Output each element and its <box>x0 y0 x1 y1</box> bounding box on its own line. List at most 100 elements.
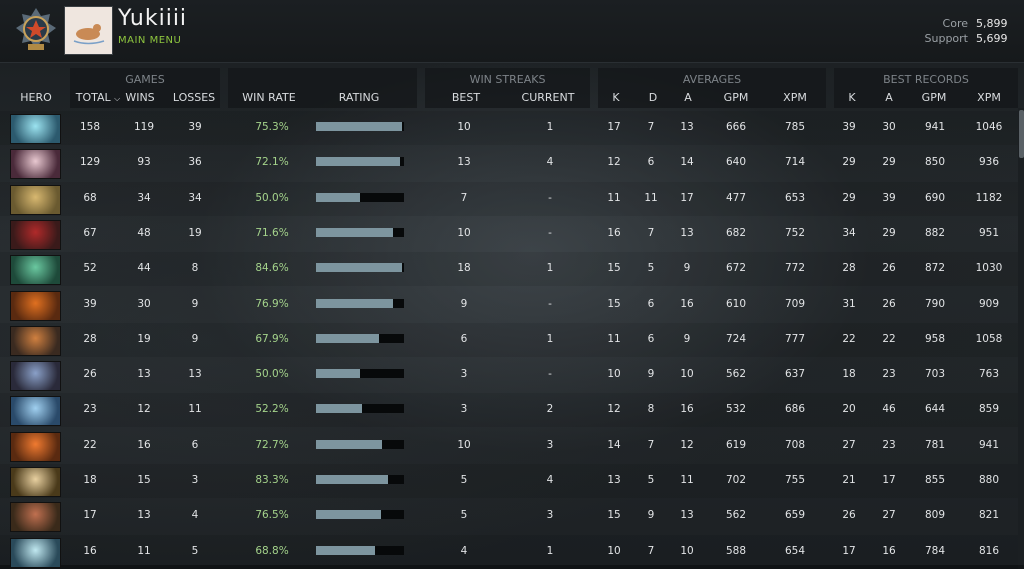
avg-xpm-cell: 686 <box>784 403 806 415</box>
losses-cell: 6 <box>191 439 199 451</box>
avg-gpm-cell: 682 <box>725 227 747 239</box>
avg-a-cell: 17 <box>680 192 694 204</box>
avg-k-cell: 11 <box>607 333 621 345</box>
avg-a-cell: 13 <box>680 509 694 521</box>
wins-cell: 119 <box>133 121 155 133</box>
best-gpm-cell: 872 <box>924 262 946 274</box>
column-header-losses[interactable]: LOSSES <box>170 91 218 104</box>
hero-portrait-icon[interactable] <box>10 185 61 215</box>
avg-gpm-cell: 588 <box>725 545 747 557</box>
best-gpm-cell: 690 <box>924 192 946 204</box>
win-rate-cell: 50.0% <box>255 368 289 380</box>
column-header-best-a[interactable]: A <box>869 91 909 104</box>
losses-cell: 4 <box>191 509 199 521</box>
avg-k-cell: 15 <box>607 298 621 310</box>
rating-bar-fill <box>316 404 362 413</box>
avatar[interactable] <box>64 6 113 55</box>
losses-cell: 5 <box>191 545 199 557</box>
best-a-cell: 23 <box>882 439 896 451</box>
avg-gpm-cell: 610 <box>725 298 747 310</box>
losses-cell: 9 <box>191 333 199 345</box>
rating-bar-fill <box>316 228 393 237</box>
hero-portrait-icon[interactable] <box>10 291 61 321</box>
hero-portrait-icon[interactable] <box>10 220 61 250</box>
best-a-cell: 22 <box>882 333 896 345</box>
column-header-hero[interactable]: HERO <box>10 91 62 104</box>
avatar-image-icon <box>66 8 111 53</box>
column-header-avg-gpm[interactable]: GPM <box>716 91 756 104</box>
avg-gpm-cell: 702 <box>725 474 747 486</box>
hero-portrait-icon[interactable] <box>10 361 61 391</box>
column-header-avg-k[interactable]: K <box>596 91 636 104</box>
scrollbar-track[interactable] <box>1018 108 1024 565</box>
hero-portrait-icon[interactable] <box>10 502 61 532</box>
column-header-win-rate[interactable]: WIN RATE <box>238 91 300 104</box>
win-rate-cell: 50.0% <box>255 192 289 204</box>
column-header-avg-xpm[interactable]: XPM <box>775 91 815 104</box>
rating-bar-fill <box>316 369 360 378</box>
rating-bar <box>316 228 404 237</box>
wins-cell: 19 <box>137 333 151 345</box>
best-k-cell: 20 <box>842 403 856 415</box>
avg-gpm-cell: 666 <box>725 121 747 133</box>
hero-portrait-icon[interactable] <box>10 149 61 179</box>
best-streak-cell: 9 <box>460 298 468 310</box>
profile-header: Yukiiii MAIN MENU Core 5,899 Support 5,699 <box>0 0 1024 63</box>
wins-cell: 13 <box>137 368 151 380</box>
total-cell: 28 <box>83 333 97 345</box>
hero-portrait-icon[interactable] <box>10 255 61 285</box>
best-a-cell: 26 <box>882 262 896 274</box>
wins-cell: 11 <box>137 545 151 557</box>
rating-bar <box>316 546 404 555</box>
best-k-cell: 27 <box>842 439 856 451</box>
current-streak-cell: - <box>548 192 552 204</box>
current-streak-cell: 1 <box>546 545 554 557</box>
hero-portrait-icon[interactable] <box>10 467 61 497</box>
support-mmr-label: Support <box>924 32 968 45</box>
avg-d-cell: 7 <box>647 439 655 451</box>
best-streak-cell: 10 <box>457 439 471 451</box>
column-header-rating[interactable]: RATING <box>330 91 388 104</box>
hero-portrait-icon[interactable] <box>10 114 61 144</box>
best-xpm-cell: 951 <box>978 227 1000 239</box>
avg-d-cell: 7 <box>647 545 655 557</box>
column-header-total[interactable]: TOTAL ⌵ <box>72 91 124 104</box>
avg-xpm-cell: 785 <box>784 121 806 133</box>
avg-a-cell: 16 <box>680 298 694 310</box>
win-rate-cell: 52.2% <box>255 403 289 415</box>
best-streak-cell: 5 <box>460 509 468 521</box>
column-header-best-k[interactable]: K <box>832 91 872 104</box>
column-header-best-xpm[interactable]: XPM <box>969 91 1009 104</box>
column-header-best-gpm[interactable]: GPM <box>914 91 954 104</box>
scrollbar-thumb[interactable] <box>1019 110 1024 158</box>
column-header-wins[interactable]: WINS <box>120 91 160 104</box>
rating-bar <box>316 440 404 449</box>
best-k-cell: 39 <box>842 121 856 133</box>
current-streak-cell: - <box>548 227 552 239</box>
hero-portrait-icon[interactable] <box>10 396 61 426</box>
rating-bar-fill <box>316 334 379 343</box>
avg-d-cell: 6 <box>647 298 655 310</box>
hero-portrait-icon[interactable] <box>10 326 61 356</box>
rating-bar-fill <box>316 157 400 166</box>
avg-a-cell: 9 <box>683 333 691 345</box>
avg-d-cell: 6 <box>647 333 655 345</box>
best-streak-cell: 3 <box>460 368 468 380</box>
hero-portrait-icon[interactable] <box>10 538 61 568</box>
avg-k-cell: 17 <box>607 121 621 133</box>
avg-k-cell: 15 <box>607 509 621 521</box>
hero-portrait-icon[interactable] <box>10 432 61 462</box>
column-header-avg-d[interactable]: D <box>633 91 673 104</box>
rating-bar-fill <box>316 299 393 308</box>
best-xpm-cell: 936 <box>978 156 1000 168</box>
win-rate-cell: 76.9% <box>255 298 289 310</box>
main-menu-link[interactable]: MAIN MENU <box>118 35 181 46</box>
column-header-current-streak[interactable]: CURRENT <box>518 91 578 104</box>
column-header-best-streak[interactable]: BEST <box>446 91 486 104</box>
column-header-avg-a[interactable]: A <box>668 91 708 104</box>
avg-a-cell: 9 <box>683 262 691 274</box>
rating-bar <box>316 157 404 166</box>
best-records-group-title: BEST RECORDS <box>883 73 969 86</box>
best-xpm-cell: 1182 <box>975 192 1003 204</box>
best-k-cell: 17 <box>842 545 856 557</box>
